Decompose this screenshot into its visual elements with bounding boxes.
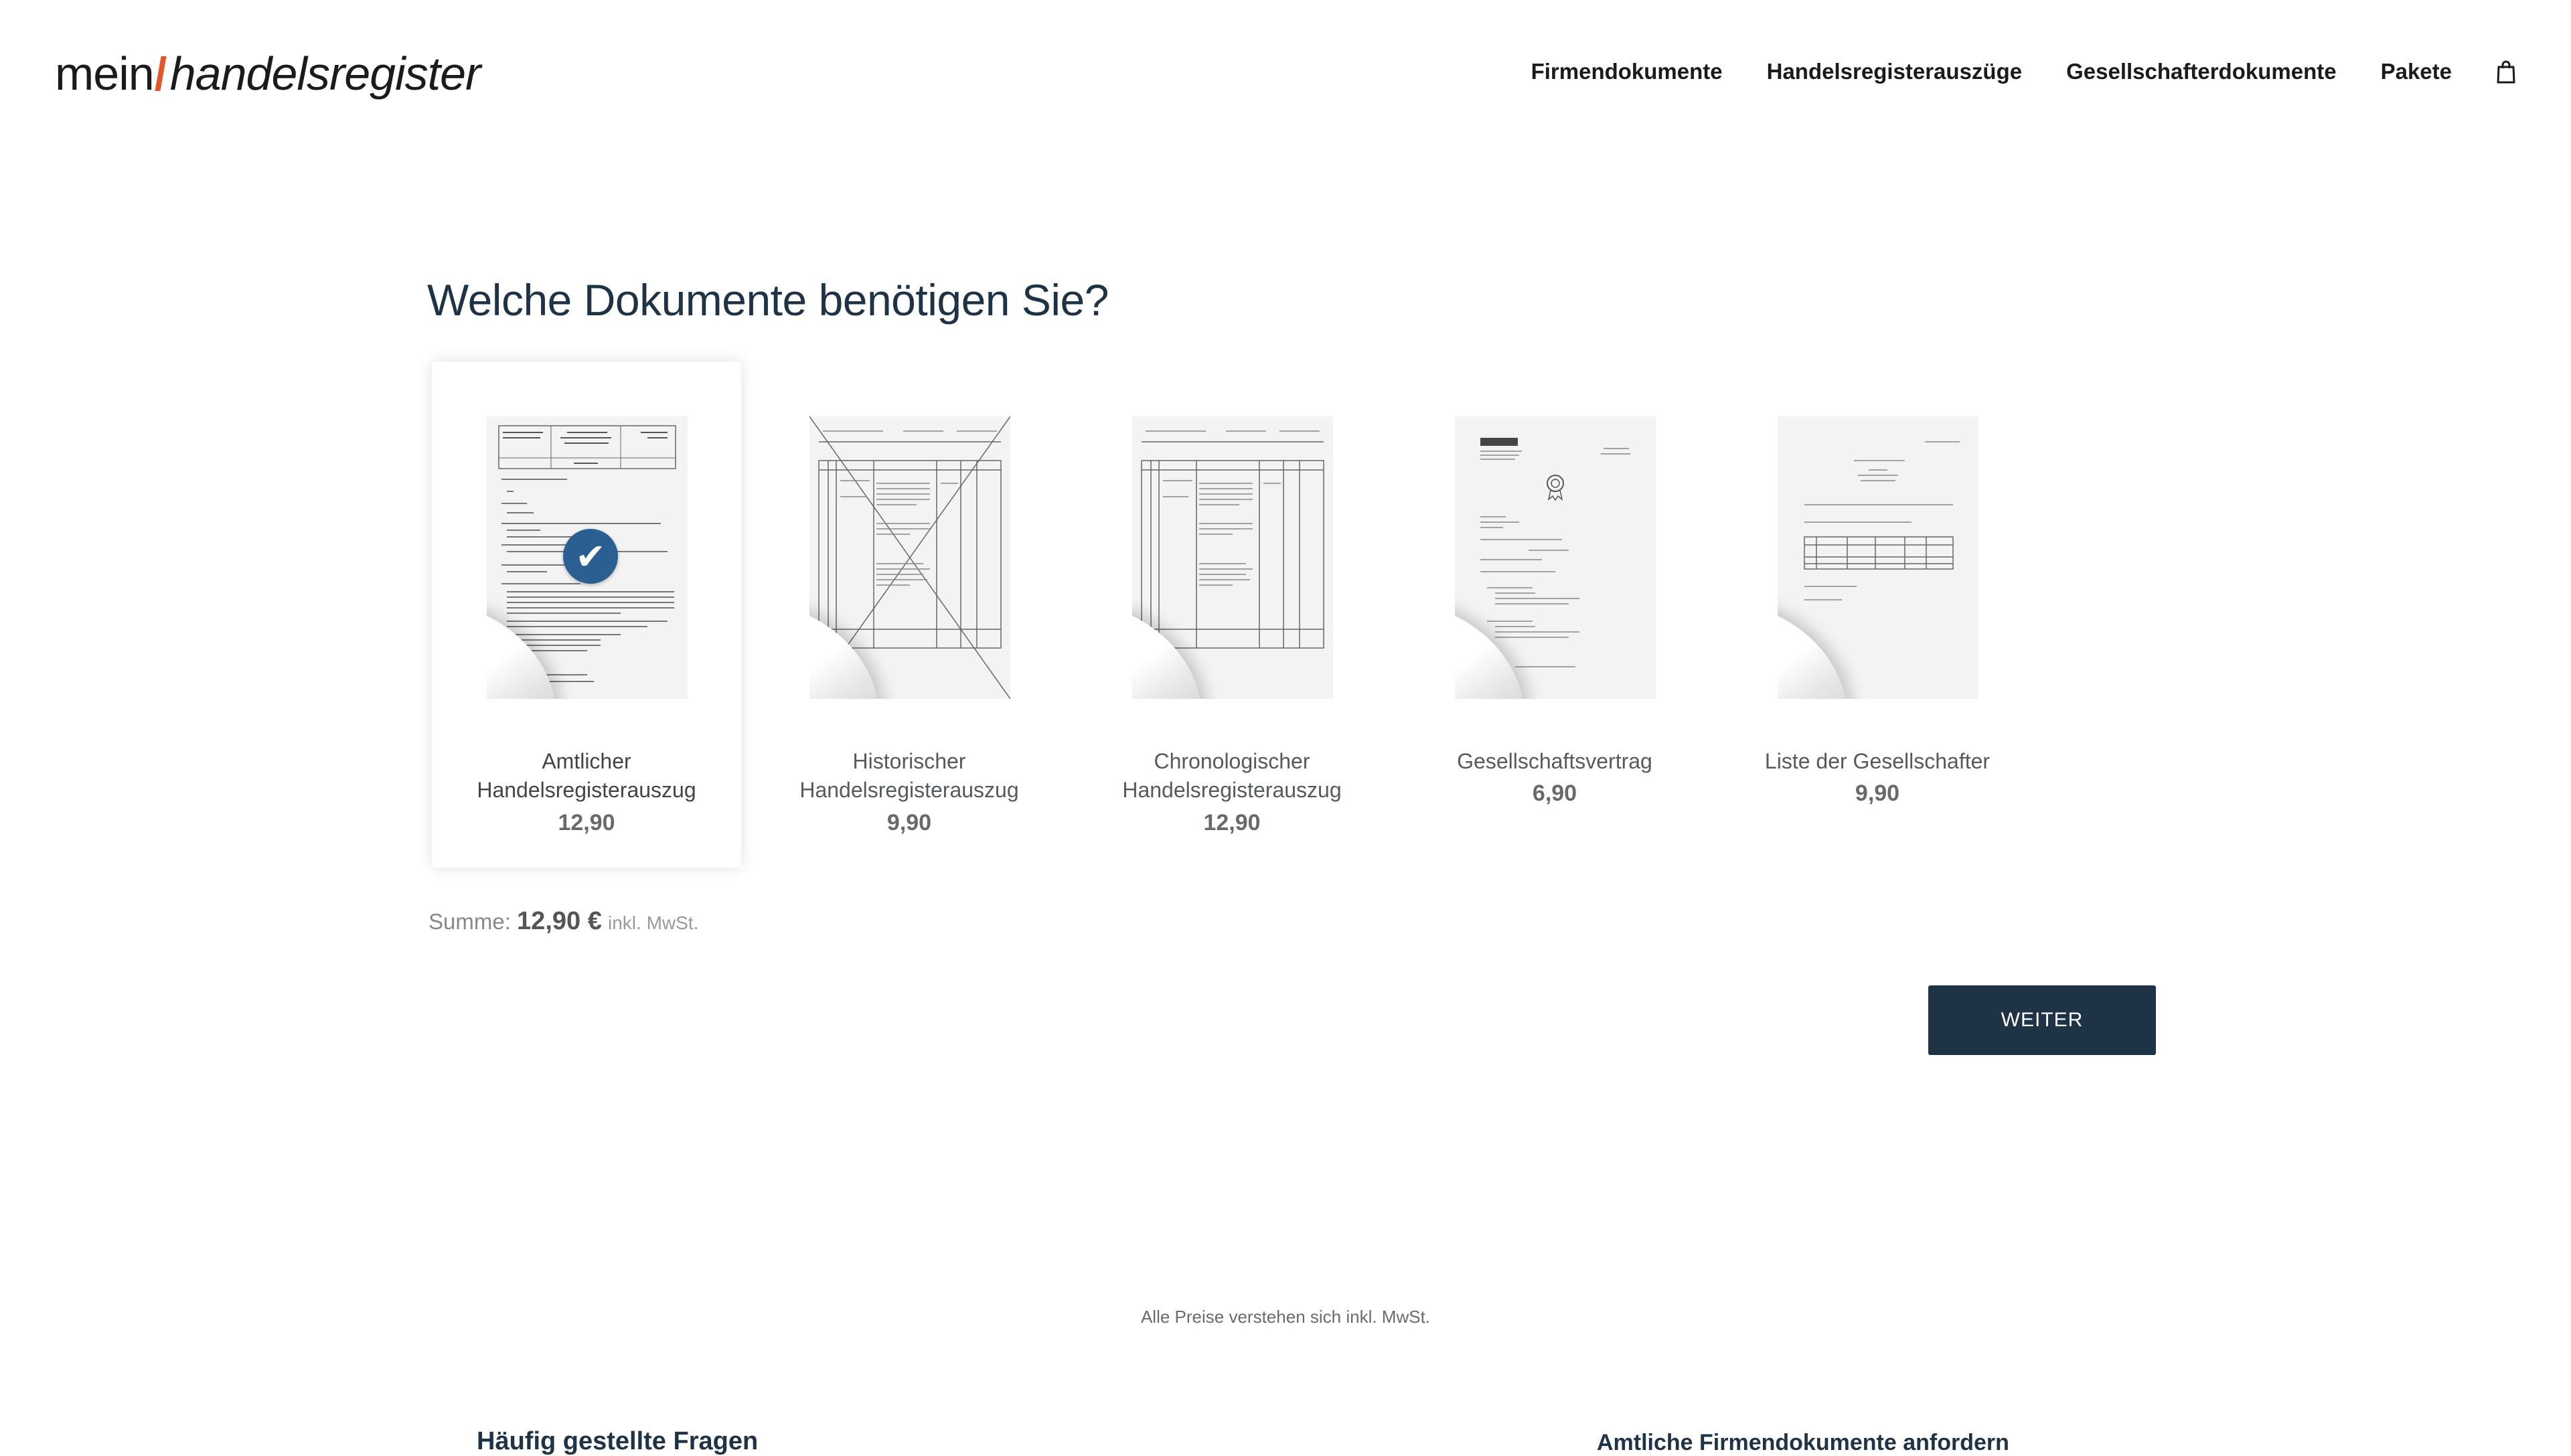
- logo-mein: mein: [55, 48, 155, 100]
- card-price: 12,90: [558, 810, 615, 835]
- shopping-bag-icon[interactable]: [2496, 60, 2516, 84]
- card-price: 6,90: [1532, 781, 1577, 806]
- card-price: 9,90: [886, 810, 932, 835]
- document-card-gesellschaftsvertrag[interactable]: Gesellschaftsvertrag 6,90: [1400, 361, 1709, 868]
- document-card-chronologischer[interactable]: Chronologischer Handelsregisterauszug 12…: [1077, 361, 1387, 868]
- card-price: 9,90: [1855, 781, 1900, 806]
- document-preview-chronologischer: [1132, 416, 1333, 699]
- card-price: 12,90: [1203, 810, 1261, 835]
- document-preview-gesellschaftsvertrag: [1455, 416, 1656, 699]
- document-card-historischer[interactable]: Historischer Handelsregisterauszug 9,90: [755, 361, 1064, 868]
- document-preview-historischer: [809, 416, 1010, 699]
- nav-pakete[interactable]: Pakete: [2381, 59, 2452, 84]
- price-note: Alle Preise verstehen sich inkl. MwSt.: [1140, 1307, 1431, 1327]
- document-card-amtlicher[interactable]: ✔ Amtlicher Handelsregisterauszug 12,90: [432, 361, 741, 868]
- sum-label: Summe:: [428, 909, 511, 934]
- logo[interactable]: mein handelsregister: [55, 47, 481, 107]
- sum-amount: 12,90 €: [517, 907, 602, 935]
- logo-brand: handelsregister: [169, 48, 481, 100]
- card-title: Gesellschaftsvertrag: [1457, 749, 1652, 773]
- nav-firmendokumente[interactable]: Firmendokumente: [1531, 59, 1723, 84]
- site-header: mein handelsregister Firmendokumente Han…: [0, 0, 2571, 154]
- faq-heading: Häufig gestellte Fragen: [477, 1427, 759, 1455]
- document-card-liste-gesellschafter[interactable]: Liste der Gesellschafter 9,90: [1723, 361, 2032, 868]
- sum-tax-note: inkl. MwSt.: [608, 912, 699, 933]
- logo-bar: [155, 56, 167, 91]
- nav-handelsregisterauszuege[interactable]: Handelsregisterauszüge: [1767, 59, 2022, 84]
- sum-row: Summe: 12,90 € inkl. MwSt.: [428, 907, 698, 936]
- main-nav: Firmendokumente Handelsregisterauszüge G…: [1531, 59, 2516, 84]
- document-selection: ✔ Amtlicher Handelsregisterauszug 12,90: [432, 361, 2032, 868]
- request-documents-heading: Amtliche Firmendokumente anfordern: [1597, 1430, 2009, 1455]
- card-title: Historischer Handelsregisterauszug: [799, 749, 1019, 802]
- checkmark-icon: ✔: [563, 529, 618, 584]
- card-title: Liste der Gesellschafter: [1764, 749, 1991, 773]
- continue-button[interactable]: WEITER: [1928, 985, 2156, 1055]
- page-title: Welche Dokumente benötigen Sie?: [427, 275, 1109, 325]
- document-preview-liste-gesellschafter: [1778, 416, 1978, 699]
- nav-gesellschafterdokumente[interactable]: Gesellschafterdokumente: [2066, 59, 2336, 84]
- card-title: Amtlicher Handelsregisterauszug: [477, 749, 696, 802]
- card-title: Chronologischer Handelsregisterauszug: [1122, 749, 1342, 802]
